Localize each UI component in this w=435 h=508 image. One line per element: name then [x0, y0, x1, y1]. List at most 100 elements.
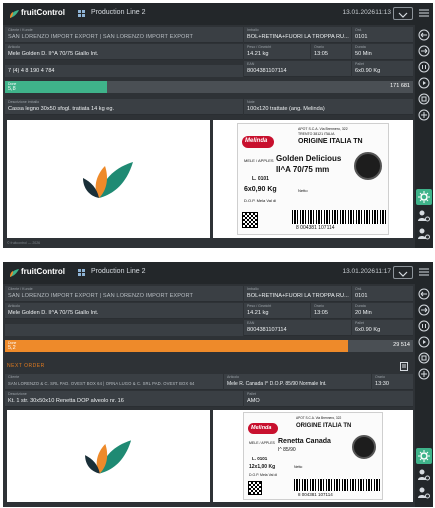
header-time: 11:17 — [375, 268, 391, 275]
ean-field: EAN 8004381107114 — [244, 320, 351, 336]
top-bar: fruitControl Production Line 2 13.01.202… — [3, 262, 415, 284]
label-grade: I^ 85/90 — [278, 447, 296, 453]
label-preview-panel: Melinda APOT S.C.A. Via Brennero, 322 TR… — [213, 120, 413, 238]
user-gear-icon[interactable] — [417, 468, 431, 482]
label-grade: II^A 70/75 mm — [276, 165, 330, 174]
next-order-time-field: Orario 13:30 — [372, 374, 413, 390]
label-origin: ORIGINE ITALIA TN — [298, 138, 363, 145]
play-icon[interactable] — [418, 77, 430, 89]
pause-icon[interactable] — [418, 61, 430, 73]
back-icon[interactable] — [418, 288, 430, 300]
product-label: Melinda APOT S.C.A. Via Brennero, 322 OR… — [243, 412, 383, 500]
gear-icon — [418, 191, 430, 203]
header-dropdown-button[interactable] — [393, 266, 413, 279]
ean-value: 8004381107114 — [247, 68, 287, 74]
production-line-icon — [78, 10, 85, 17]
label-variety: Golden Delicious — [276, 154, 342, 163]
progress-count: 29 514 — [393, 342, 410, 348]
clipboard-icon[interactable] — [399, 361, 409, 371]
next-order-customer-field: Cliente SAN LORENZO & C. SRL PAD. OVEST … — [5, 374, 223, 390]
header-date: 13.01.2026 — [342, 9, 375, 16]
next-order-pallet-field: Pallet AMO — [244, 391, 413, 407]
footer-text: © fruitcontrol — 2026 — [7, 241, 41, 245]
label-netto: Netto — [298, 188, 308, 193]
menu-icon[interactable] — [418, 7, 430, 19]
app-logo: fruitControl — [9, 267, 71, 279]
print-icon[interactable] — [418, 352, 430, 364]
next-order-title: NEXT ORDER — [7, 363, 45, 369]
pallet-value: 6x0.90 Kg — [355, 327, 381, 333]
customer-value: SAN LORENZO IMPORT EXPORT | SAN LORENZO … — [8, 293, 194, 299]
user-settings-icon[interactable] — [417, 227, 431, 241]
play-icon[interactable] — [418, 336, 430, 348]
order-field: Ord. 0101 — [352, 286, 413, 302]
forward-icon[interactable] — [418, 45, 430, 57]
order-field: Ord. 0101 — [352, 27, 413, 43]
add-icon[interactable] — [418, 109, 430, 121]
print-icon[interactable] — [418, 93, 430, 105]
right-sidebar — [415, 3, 433, 248]
label-barcode — [292, 210, 386, 224]
duration-field: Durata 50 Min — [352, 44, 413, 60]
label-category: MELE / APPLES — [249, 441, 275, 445]
order-value: 0101 — [355, 34, 368, 40]
product-label: Melinda APOT S.C.A. Via Brennero, 322 TR… — [237, 123, 389, 235]
settings-button[interactable] — [416, 189, 432, 205]
next-order-article-field: Articolo Mele R. Canada I^ D.O.P. 85/90 … — [224, 374, 371, 390]
production-progress-bar: Done 5,8 171 681 — [5, 81, 413, 93]
pause-icon[interactable] — [418, 320, 430, 332]
article-value: Mele Golden D. II^A 70/75 Giallo Int. — [8, 310, 99, 316]
user-settings-icon[interactable] — [417, 486, 431, 500]
article-field: Articolo Mele Golden D. II^A 70/75 Giall… — [5, 44, 243, 60]
header-dropdown-button[interactable] — [393, 7, 413, 20]
menu-icon[interactable] — [418, 266, 430, 278]
weight-field: Peso / Gewicht 14.21 kg — [244, 303, 310, 319]
time-field: Orario 13:05 — [311, 303, 351, 319]
next-order-time-value: 13:30 — [375, 381, 389, 387]
label-weight: 6x0,90 Kg — [244, 186, 277, 193]
label-header-2: TRENTO 38121 ITALIA — [298, 132, 335, 136]
next-order-article-value: Mele R. Canada I^ D.O.P. 85/90 Normale I… — [227, 381, 327, 387]
progress-count: 171 681 — [390, 83, 410, 89]
notes-value: 100x120 trattate (ang. Melinda) — [247, 106, 325, 112]
label-weight: 12x1,00 Kg — [249, 464, 276, 470]
label-dop: D.O.P. Mela Val di — [244, 198, 277, 203]
progress-value: 5,2 — [8, 345, 16, 351]
production-screen-1: fruitControl Production Line 2 13.01.202… — [3, 3, 433, 248]
pallet-value: 6x0.90 Kg — [355, 68, 381, 74]
production-line-name[interactable]: Production Line 2 — [91, 9, 145, 16]
dop-seal-icon — [352, 435, 376, 459]
next-order-customer-value: SAN LORENZO & C. SRL PAD. OVEST BOX 64 |… — [8, 381, 195, 386]
packaging-field: Imballo BOL+RETINA+FUORI LA TROPPA RU... — [244, 27, 351, 43]
fruitcontrol-leaf-logo-icon — [85, 440, 132, 474]
production-progress-bar: Done 5,2 29 514 — [5, 340, 413, 352]
add-icon[interactable] — [418, 368, 430, 380]
user-gear-icon[interactable] — [417, 209, 431, 223]
next-order-description-field: Descrizione Kt. 1 str. 30x50x10 Renetta … — [5, 391, 243, 407]
weight-value: 14.21 kg — [247, 310, 269, 316]
leaf-logo-icon — [10, 10, 19, 18]
chevron-down-icon — [398, 12, 408, 18]
label-barcode — [294, 479, 380, 491]
back-icon[interactable] — [418, 29, 430, 41]
weight-value: 14.21 kg — [247, 51, 269, 57]
label-variety: Renetta Canada — [278, 438, 331, 445]
dop-seal-icon — [354, 152, 382, 180]
packaging-value: BOL+RETINA+FUORI LA TROPPA RU... — [247, 293, 349, 299]
fruitcontrol-leaf-logo-icon — [83, 162, 133, 198]
next-order-pallet-value: AMO — [247, 398, 260, 404]
article-value: Mele Golden D. II^A 70/75 Giallo Int. — [8, 51, 99, 57]
label-header-1: APOT S.C.A. Via Brennero, 322 — [296, 416, 342, 420]
header-time: 11:13 — [375, 9, 391, 16]
stats-row — [5, 324, 243, 336]
customer-field: Cliente / Kunde SAN LORENZO IMPORT EXPOR… — [5, 27, 243, 43]
settings-button[interactable] — [416, 448, 432, 464]
forward-icon[interactable] — [418, 304, 430, 316]
pallet-field: Pallet 6x0.90 Kg — [352, 61, 413, 77]
production-line-name[interactable]: Production Line 2 — [91, 268, 145, 275]
product-logo-panel — [7, 410, 210, 502]
duration-value: 50 Min — [355, 51, 372, 57]
melinda-brand-logo: Melinda — [248, 423, 278, 434]
header-date: 13.01.2026 — [342, 268, 375, 275]
app-logo: fruitControl — [9, 8, 71, 20]
